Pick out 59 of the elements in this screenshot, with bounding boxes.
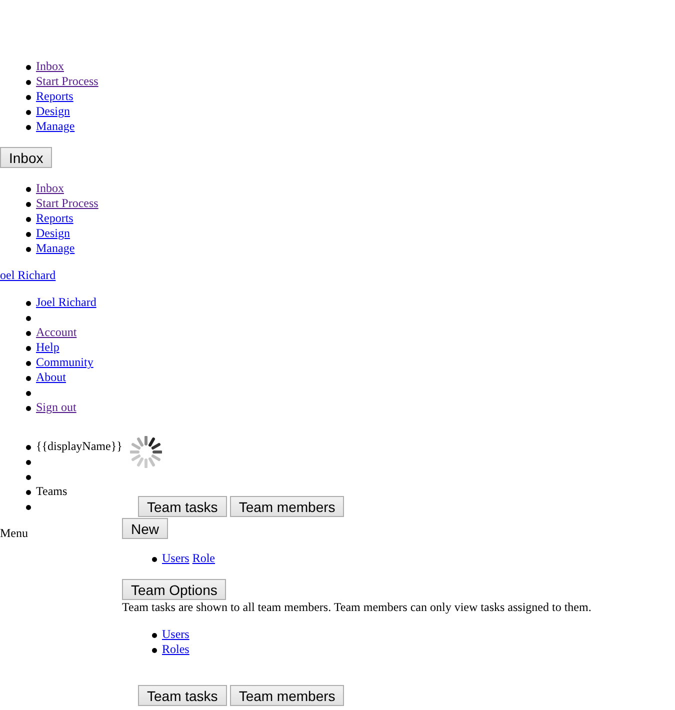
menu-link[interactable]: About <box>36 370 66 384</box>
bullet-icon <box>26 202 31 207</box>
tab-button[interactable]: Team members <box>230 685 344 706</box>
bullet-icon <box>26 65 31 70</box>
bullet-icon <box>26 187 31 192</box>
user-link[interactable]: oel Richard <box>0 268 56 282</box>
nav-link[interactable]: Reports <box>36 89 74 103</box>
team-options-button[interactable]: Team Options <box>122 579 226 600</box>
nav-link[interactable]: Reports <box>36 211 74 225</box>
bullet-icon <box>26 361 31 366</box>
bullet-icon <box>26 110 31 115</box>
menu-link[interactable]: Sign out <box>36 400 76 414</box>
bullet-icon <box>26 460 31 465</box>
bullet-icon <box>26 376 31 381</box>
bullet-icon <box>26 445 31 450</box>
menu-label: Menu <box>0 526 28 540</box>
nav-link[interactable]: Start Process <box>36 74 98 88</box>
bullet-icon <box>26 217 31 222</box>
bullet-icon <box>152 648 157 653</box>
menu-text: Teams <box>36 484 68 498</box>
nav-link[interactable]: Inbox <box>36 59 64 73</box>
bullet-icon <box>26 331 31 336</box>
nav-link[interactable]: Manage <box>36 119 75 133</box>
team-link[interactable]: Users <box>162 551 190 565</box>
bullet-icon <box>26 505 31 510</box>
bullet-icon <box>26 475 31 480</box>
nav-link[interactable]: Manage <box>36 241 75 255</box>
admin-link[interactable]: Users <box>162 627 190 641</box>
bullet-icon <box>152 557 157 562</box>
nav-link[interactable]: Design <box>36 104 70 118</box>
bullet-icon <box>26 80 31 85</box>
menu-link[interactable]: Help <box>36 340 60 354</box>
nav-link[interactable]: Start Process <box>36 196 98 210</box>
admin-link[interactable]: Roles <box>162 642 190 656</box>
tab-button[interactable]: Team members <box>230 496 344 517</box>
team-link[interactable]: Role <box>192 551 215 565</box>
spinner-icon <box>130 436 162 468</box>
inbox-button[interactable]: Inbox <box>0 147 52 168</box>
bullet-icon <box>26 125 31 130</box>
bullet-icon <box>26 316 31 321</box>
new-button[interactable]: New <box>122 518 168 539</box>
bullet-icon <box>26 95 31 100</box>
nav-link[interactable]: Design <box>36 226 70 240</box>
bullet-icon <box>26 346 31 351</box>
bullet-icon <box>26 391 31 396</box>
menu-link[interactable]: Joel Richard <box>36 295 96 309</box>
description-text: Team tasks are shown to all team members. Team members can only view tasks assigned to them. <box>122 600 592 615</box>
menu-text: {{displayName}} <box>36 439 122 453</box>
bullet-icon <box>26 247 31 252</box>
bullet-icon <box>26 301 31 306</box>
menu-link[interactable]: Community <box>36 355 94 369</box>
bullet-icon <box>152 633 157 638</box>
bullet-icon <box>26 490 31 495</box>
bullet-icon <box>26 232 31 237</box>
tab-button[interactable]: Team tasks <box>138 685 227 706</box>
bullet-icon <box>26 406 31 411</box>
tab-button[interactable]: Team tasks <box>138 496 227 517</box>
nav-link[interactable]: Inbox <box>36 181 64 195</box>
menu-link[interactable]: Account <box>36 325 77 339</box>
